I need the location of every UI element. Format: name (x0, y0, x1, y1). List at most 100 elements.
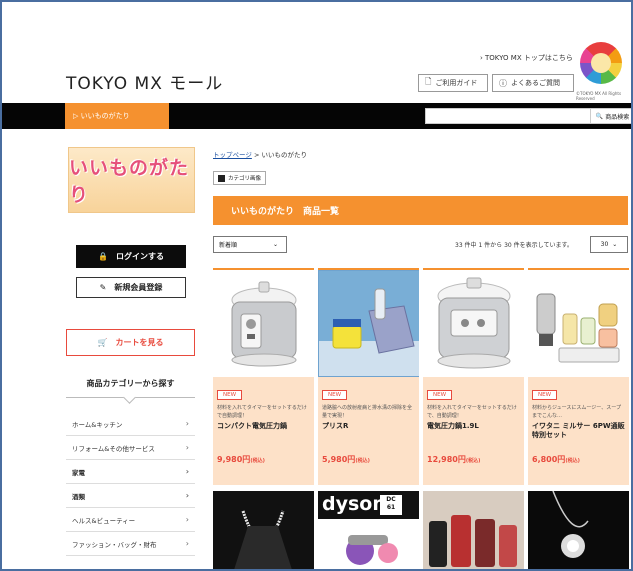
guide-label: ご利用ガイド (435, 79, 478, 87)
product-image[interactable] (423, 270, 524, 377)
new-badge: NEW (217, 390, 243, 400)
category-item[interactable]: 酒類 › (66, 484, 195, 508)
tax-label: (税込) (250, 458, 265, 464)
product-name[interactable]: 電気圧力鍋1.9L (427, 422, 520, 440)
result-count: 33 件中 1 件から 30 件を表示しています。 (455, 242, 573, 249)
nav-tab-iimonogatari[interactable]: ▷ いいものがたり (65, 103, 169, 129)
per-page-value: 30 (600, 241, 609, 248)
document-icon: 🗋 (425, 77, 432, 86)
category-label: ヘルス&ビューティー (72, 516, 136, 525)
product-name[interactable]: コンパクト電気圧力鍋 (217, 422, 310, 440)
register-button[interactable]: ✎ 新規会員登録 (76, 277, 186, 298)
login-label: ログインする (115, 252, 164, 261)
product-image[interactable] (318, 270, 419, 377)
image-icon (218, 174, 225, 182)
sort-value: 新着順 (219, 242, 238, 249)
category-label: ファッション・バッグ・財布 (72, 540, 157, 549)
product-image[interactable]: dyson DC 61 (318, 491, 419, 569)
chevron-right-icon: › (185, 539, 189, 548)
product-price: 6,800円(税込) (532, 454, 625, 465)
mascot-logo (580, 42, 622, 84)
cart-button[interactable]: 🛒 カートを見る (66, 329, 195, 356)
breadcrumb-current: いいものがたり (261, 151, 307, 159)
chevron-right-icon: › (185, 515, 189, 524)
category-item[interactable]: ヘルス&ビューティー › (66, 508, 195, 532)
product-image[interactable] (213, 491, 314, 569)
product-image[interactable] (423, 491, 524, 569)
category-label: ホーム&キッチン (72, 420, 123, 429)
product-card[interactable]: NEW 材料を入れてタイマーをセットするだけで、自動調理！ 電気圧力鍋1.9L … (423, 268, 524, 485)
breadcrumb: トップページ > いいものがたり (213, 149, 307, 159)
category-item[interactable]: リフォーム&その他サービス › (66, 436, 195, 460)
iimonogatari-banner[interactable]: いいものがたり (68, 147, 195, 213)
browser-frame: TOKYO MX モール › TOKYO MX トップはこちら 🗋 ご利用ガイド… (0, 0, 633, 571)
dyson-model-badge: DC 61 (386, 496, 396, 511)
product-description: 材料を入れてタイマーをセットするだけで自動調理！ (217, 405, 307, 419)
site-logo[interactable]: TOKYO MX モール (66, 69, 223, 94)
category-image-label: カテゴリ画像 (228, 176, 262, 182)
chevron-right-icon: › (185, 491, 189, 500)
price-value: 9,980円 (217, 455, 251, 464)
product-price: 5,980円(税込) (322, 454, 415, 465)
product-image[interactable] (213, 270, 314, 377)
new-badge: NEW (322, 390, 348, 400)
new-badge: NEW (532, 390, 558, 400)
luggage-image (423, 491, 524, 569)
tax-label: (税込) (465, 458, 481, 464)
faq-label: よくあるご質問 (511, 79, 560, 87)
product-description: 道路脇への放射疫病と排水溝の掃除を全量で実現！ (322, 405, 413, 419)
cart-icon: 🛒 (97, 338, 108, 347)
edit-icon: ✎ (99, 283, 107, 292)
search-icon: 🔍 (595, 112, 604, 120)
necklace-image (213, 491, 314, 569)
question-icon: ⓘ (499, 78, 507, 88)
new-badge: NEW (427, 390, 453, 400)
search-button-label: 商品検索 (605, 113, 630, 121)
category-image-button[interactable]: カテゴリ画像 (213, 171, 267, 185)
chevron-right-icon: › (185, 443, 189, 452)
chevron-down-icon: ⌄ (612, 241, 618, 248)
guide-button[interactable]: 🗋 ご利用ガイド (418, 74, 488, 92)
mixer-set-image (536, 293, 619, 362)
product-image[interactable] (528, 491, 629, 569)
product-name[interactable]: プリスR (322, 422, 415, 440)
product-card[interactable]: NEW 道路脇への放射疫病と排水溝の掃除を全量で実現！ プリスR 5,980円(… (318, 268, 419, 485)
page-title: いいものがたり 商品一覧 (213, 196, 628, 225)
lock-icon: 🔒 (98, 252, 108, 261)
pressure-cooker-image (231, 281, 296, 366)
category-heading: 商品カテゴリーから探す (66, 370, 195, 398)
login-button[interactable]: 🔒 ログインする (76, 245, 186, 268)
product-card[interactable]: NEW 材料を入れてタイマーをセットするだけで自動調理！ コンパクト電気圧力鍋 … (213, 268, 314, 485)
tax-label: (税込) (355, 458, 370, 464)
tax-label: (税込) (565, 458, 580, 464)
category-label: 酒類 (72, 492, 85, 501)
product-description: 材料を入れてタイマーをセットするだけで、自動調理！ (427, 405, 517, 419)
category-item[interactable]: 家電 › (66, 460, 195, 484)
breadcrumb-home-link[interactable]: トップページ (213, 151, 252, 159)
category-label: リフォーム&その他サービス (72, 444, 155, 453)
search-input[interactable] (425, 108, 592, 124)
category-item[interactable]: ホーム&キッチン › (66, 412, 195, 436)
banner-text: いいものがたり (69, 157, 190, 206)
price-value: 5,980円 (322, 455, 356, 464)
chevron-right-icon: › (185, 467, 189, 476)
pressure-cooker-image (437, 277, 510, 368)
faq-button[interactable]: ⓘ よくあるご質問 (492, 74, 574, 92)
register-label: 新規会員登録 (114, 283, 163, 292)
product-name[interactable]: イワタニ ミルサー 6PW通販特別セット (532, 422, 625, 440)
per-page-select[interactable]: 30 ⌄ (590, 236, 628, 253)
price-value: 6,800円 (532, 455, 566, 464)
product-card[interactable]: NEW 材料からジュースにスムージー、スープまでこんな… イワタニ ミルサー 6… (528, 268, 629, 485)
search-button[interactable]: 🔍 商品検索 (590, 108, 631, 124)
category-item[interactable]: ファッション・バッグ・財布 › (66, 532, 195, 556)
price-value: 12,980円 (427, 455, 466, 464)
tokyo-mx-top-link[interactable]: › TOKYO MX トップはこちら (480, 53, 573, 63)
copyright-text: ©TOKYO MX All Rights Reserved (576, 91, 622, 101)
chevron-right-icon: › (185, 419, 189, 428)
product-image[interactable] (528, 270, 629, 377)
chevron-down-icon: ⌄ (272, 241, 278, 248)
sort-select[interactable]: 新着順 ⌄ (213, 236, 287, 253)
cart-label: カートを見る (115, 338, 164, 347)
product-price: 9,980円(税込) (217, 454, 310, 465)
category-list: ホーム&キッチン › リフォーム&その他サービス › 家電 › 酒類 › ヘルス&ビュー… (66, 412, 195, 556)
